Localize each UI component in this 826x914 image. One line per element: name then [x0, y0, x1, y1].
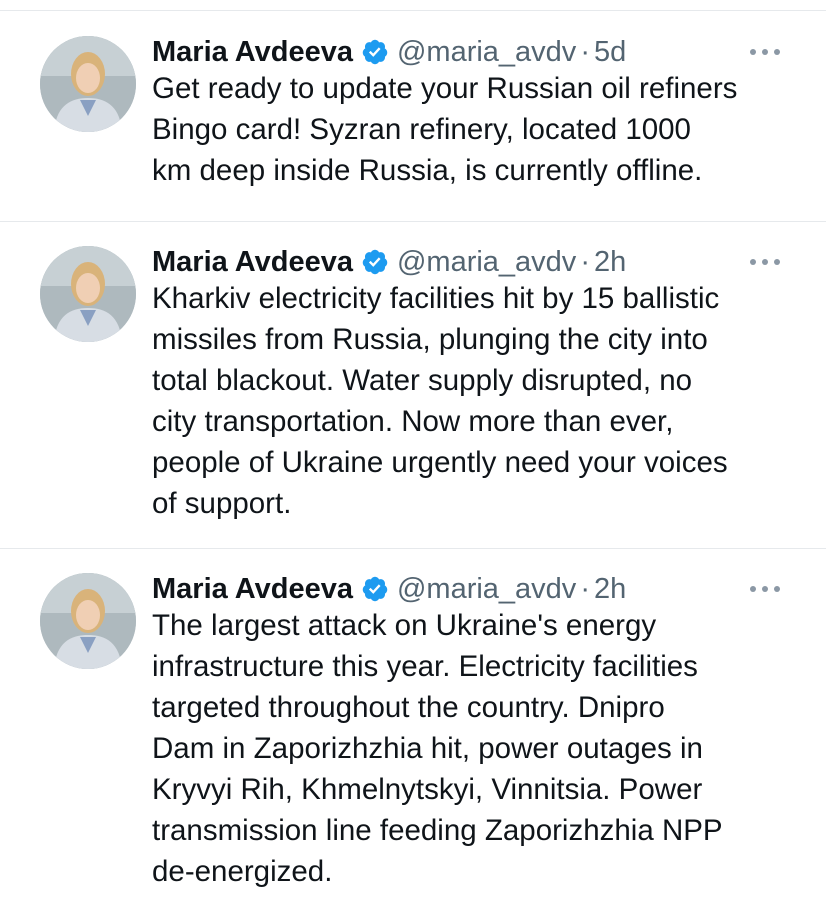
more-options-icon[interactable] [750, 577, 780, 601]
separator-dot: · [580, 245, 590, 278]
tweet-header: Maria Avdeeva @maria_avdv · 5d [152, 32, 626, 72]
verified-badge-icon [361, 38, 389, 66]
verified-badge-icon [361, 575, 389, 603]
tweet-text: Get ready to update your Russian oil ref… [152, 72, 738, 187]
author-handle[interactable]: @maria_avdv [397, 246, 576, 279]
verified-badge-icon [361, 248, 389, 276]
avatar[interactable] [40, 246, 136, 342]
author-name[interactable]: Maria Avdeeva [152, 36, 353, 69]
more-options-icon[interactable] [750, 250, 780, 274]
separator-dot: · [580, 35, 590, 68]
tweet-text: Kharkiv electricity facilities hit by 15… [152, 282, 728, 520]
tweet[interactable]: Maria Avdeeva @maria_avdv · 2h Kharkiv e… [0, 222, 826, 548]
tweet-text: The largest attack on Ukraine's energy i… [152, 609, 723, 888]
author-handle[interactable]: @maria_avdv [397, 573, 576, 606]
more-options-icon[interactable] [750, 40, 780, 64]
author-handle[interactable]: @maria_avdv [397, 36, 576, 69]
divider [0, 10, 826, 11]
tweet-header: Maria Avdeeva @maria_avdv · 2h [152, 242, 626, 282]
separator-dot: · [580, 572, 590, 605]
avatar[interactable] [40, 573, 136, 669]
avatar[interactable] [40, 36, 136, 132]
timestamp[interactable]: 5d [594, 36, 626, 69]
tweet[interactable]: Maria Avdeeva @maria_avdv · 5d Get ready… [0, 12, 826, 220]
timestamp[interactable]: 2h [594, 573, 626, 606]
author-name[interactable]: Maria Avdeeva [152, 573, 353, 606]
author-name[interactable]: Maria Avdeeva [152, 246, 353, 279]
tweet-header: Maria Avdeeva @maria_avdv · 2h [152, 569, 626, 609]
tweet[interactable]: Maria Avdeeva @maria_avdv · 2h The large… [0, 549, 826, 914]
timestamp[interactable]: 2h [594, 246, 626, 279]
